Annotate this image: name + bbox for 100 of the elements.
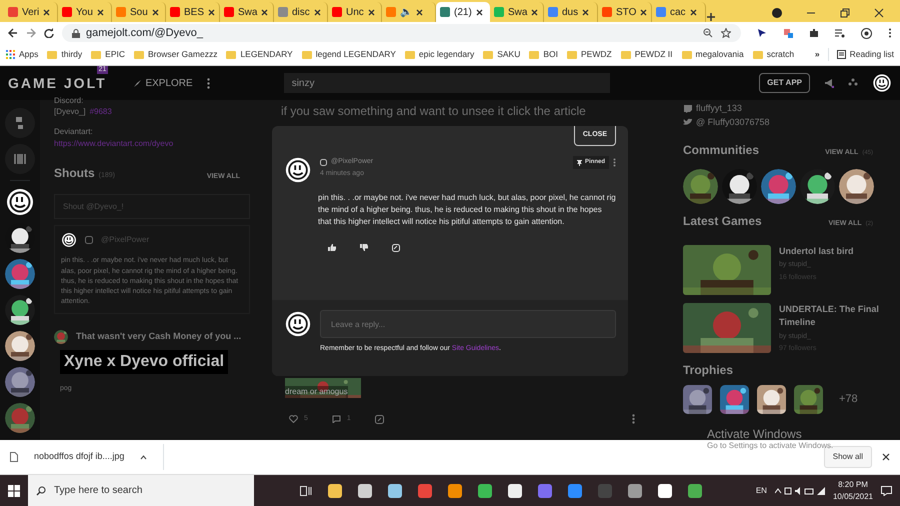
reload-icon[interactable] bbox=[44, 28, 54, 38]
friends-icon[interactable] bbox=[848, 78, 858, 88]
close-icon[interactable] bbox=[582, 8, 590, 16]
bookmark[interactable]: LEGENDARY bbox=[226, 48, 293, 61]
bookmark[interactable]: epic legendary bbox=[404, 48, 474, 61]
app-icon[interactable] bbox=[448, 484, 462, 498]
forward-icon[interactable] bbox=[26, 28, 36, 38]
section-heading: Communities bbox=[683, 143, 760, 158]
folder-icon bbox=[620, 50, 631, 58]
new-tab-icon[interactable] bbox=[706, 12, 716, 22]
download-item[interactable]: nobodffos dfojf ib....jpg bbox=[10, 444, 164, 470]
logo[interactable]: GAME JOLT bbox=[8, 72, 107, 94]
bookmark[interactable]: scratch bbox=[752, 48, 794, 61]
close-icon[interactable] bbox=[96, 8, 104, 16]
comment-icon[interactable] bbox=[332, 415, 341, 424]
reply-field[interactable]: Leave a reply... bbox=[320, 310, 616, 338]
thumbs-up-icon[interactable] bbox=[328, 244, 336, 251]
discord-name: [Dyevo_] bbox=[54, 106, 86, 118]
bookmark[interactable]: megalovania bbox=[682, 48, 744, 61]
user-avatar[interactable] bbox=[61, 232, 77, 248]
discord-label: Discord: bbox=[54, 97, 84, 105]
close-icon[interactable] bbox=[43, 8, 50, 16]
folder-icon bbox=[226, 50, 236, 58]
profile-icon[interactable] bbox=[772, 8, 782, 18]
shouts-heading: Shouts bbox=[54, 166, 95, 180]
bookmark[interactable]: PEWDZ II bbox=[620, 48, 672, 61]
taskbar-search[interactable]: Type here to search bbox=[28, 475, 254, 506]
tray-icons[interactable] bbox=[774, 486, 825, 496]
user-avatar[interactable] bbox=[284, 156, 312, 184]
playlist-icon[interactable] bbox=[835, 28, 845, 38]
close-icon[interactable] bbox=[882, 453, 890, 461]
get-app-button[interactable]: GET APP bbox=[759, 73, 810, 93]
heart-icon[interactable] bbox=[289, 415, 298, 424]
menu-icon[interactable] bbox=[206, 78, 210, 88]
bookmark[interactable]: thirdy bbox=[47, 48, 82, 61]
close-icon[interactable] bbox=[261, 8, 268, 16]
thumbs-down-icon[interactable] bbox=[360, 244, 368, 251]
community-avatar[interactable] bbox=[5, 187, 35, 217]
star-icon[interactable] bbox=[721, 28, 731, 38]
language-indicator[interactable]: EN bbox=[756, 484, 767, 496]
explore-link[interactable]: EXPLORE bbox=[134, 76, 193, 90]
bookmark[interactable]: Apps bbox=[6, 48, 38, 61]
more-icon[interactable] bbox=[613, 158, 616, 167]
back-icon[interactable] bbox=[8, 28, 18, 38]
bookmark[interactable]: SAKU bbox=[483, 48, 520, 61]
menu-icon[interactable] bbox=[888, 28, 892, 38]
library-button[interactable] bbox=[5, 144, 35, 174]
twitch-icon bbox=[683, 104, 692, 113]
apps-icon bbox=[6, 50, 15, 59]
twitch-link[interactable]: fluffyyt_133 bbox=[696, 102, 742, 116]
trophy-button[interactable] bbox=[5, 108, 35, 138]
bookmark[interactable]: PEWDZ bbox=[567, 48, 612, 61]
app-icon[interactable] bbox=[328, 484, 342, 498]
game-title[interactable]: UNDERTALE: The Final Timeline bbox=[779, 302, 879, 330]
overflow-button[interactable]: » bbox=[814, 48, 820, 61]
close-icon[interactable] bbox=[416, 8, 423, 16]
zoom-icon[interactable] bbox=[703, 28, 713, 38]
search-field[interactable]: sinzy bbox=[284, 73, 610, 93]
bookmark[interactable]: Browser Gamezzz bbox=[134, 48, 218, 61]
folder-icon bbox=[567, 50, 578, 58]
cursor-icon[interactable] bbox=[757, 28, 767, 38]
folder-icon bbox=[529, 50, 540, 58]
section-heading: Trophies bbox=[683, 362, 734, 378]
bookmark[interactable]: BOI bbox=[529, 48, 558, 61]
app-icon[interactable] bbox=[478, 484, 492, 498]
game-title[interactable]: Undertol last bird bbox=[779, 244, 879, 258]
folder-icon bbox=[134, 50, 144, 58]
twitter-link[interactable]: @ Fluffy03076758 bbox=[696, 116, 770, 129]
bookmark[interactable]: legend LEGENDARY bbox=[302, 48, 396, 61]
megaphone-icon[interactable] bbox=[824, 78, 834, 88]
windows-icon bbox=[8, 484, 20, 496]
task-view-icon[interactable] bbox=[300, 486, 312, 496]
clock[interactable]: 8:20 PM 10/05/2021 bbox=[832, 478, 873, 502]
restore-icon[interactable] bbox=[840, 8, 850, 18]
folder-icon bbox=[91, 50, 102, 58]
more-icon[interactable] bbox=[632, 414, 635, 424]
avatar-icon[interactable] bbox=[861, 28, 872, 38]
notification-icon[interactable] bbox=[881, 486, 892, 496]
close-icon[interactable] bbox=[208, 8, 216, 16]
reading-list-button[interactable]: Reading list bbox=[828, 48, 894, 61]
user-avatar[interactable] bbox=[872, 73, 892, 93]
browser-tab[interactable]: (21) bbox=[436, 2, 490, 22]
app-icon[interactable] bbox=[358, 484, 372, 498]
close-icon[interactable] bbox=[690, 8, 697, 16]
close-icon[interactable] bbox=[314, 8, 321, 16]
reading-list-icon bbox=[836, 50, 846, 59]
app-icon[interactable] bbox=[508, 484, 522, 498]
address-bar[interactable]: gamejolt.com/@Dyevo_ bbox=[62, 24, 741, 42]
close-icon[interactable] bbox=[531, 8, 538, 16]
bookmark[interactable]: EPIC bbox=[91, 48, 126, 61]
close-icon[interactable] bbox=[640, 8, 648, 16]
close-icon[interactable] bbox=[152, 8, 159, 16]
app-icon[interactable] bbox=[388, 484, 402, 498]
close-icon[interactable] bbox=[874, 8, 884, 18]
close-icon[interactable] bbox=[368, 8, 375, 16]
close-icon[interactable] bbox=[476, 8, 483, 16]
folder-icon bbox=[404, 50, 415, 58]
app-icon[interactable] bbox=[658, 484, 672, 498]
user-avatar[interactable] bbox=[284, 310, 312, 338]
trophy-count[interactable]: +78 bbox=[839, 391, 858, 408]
